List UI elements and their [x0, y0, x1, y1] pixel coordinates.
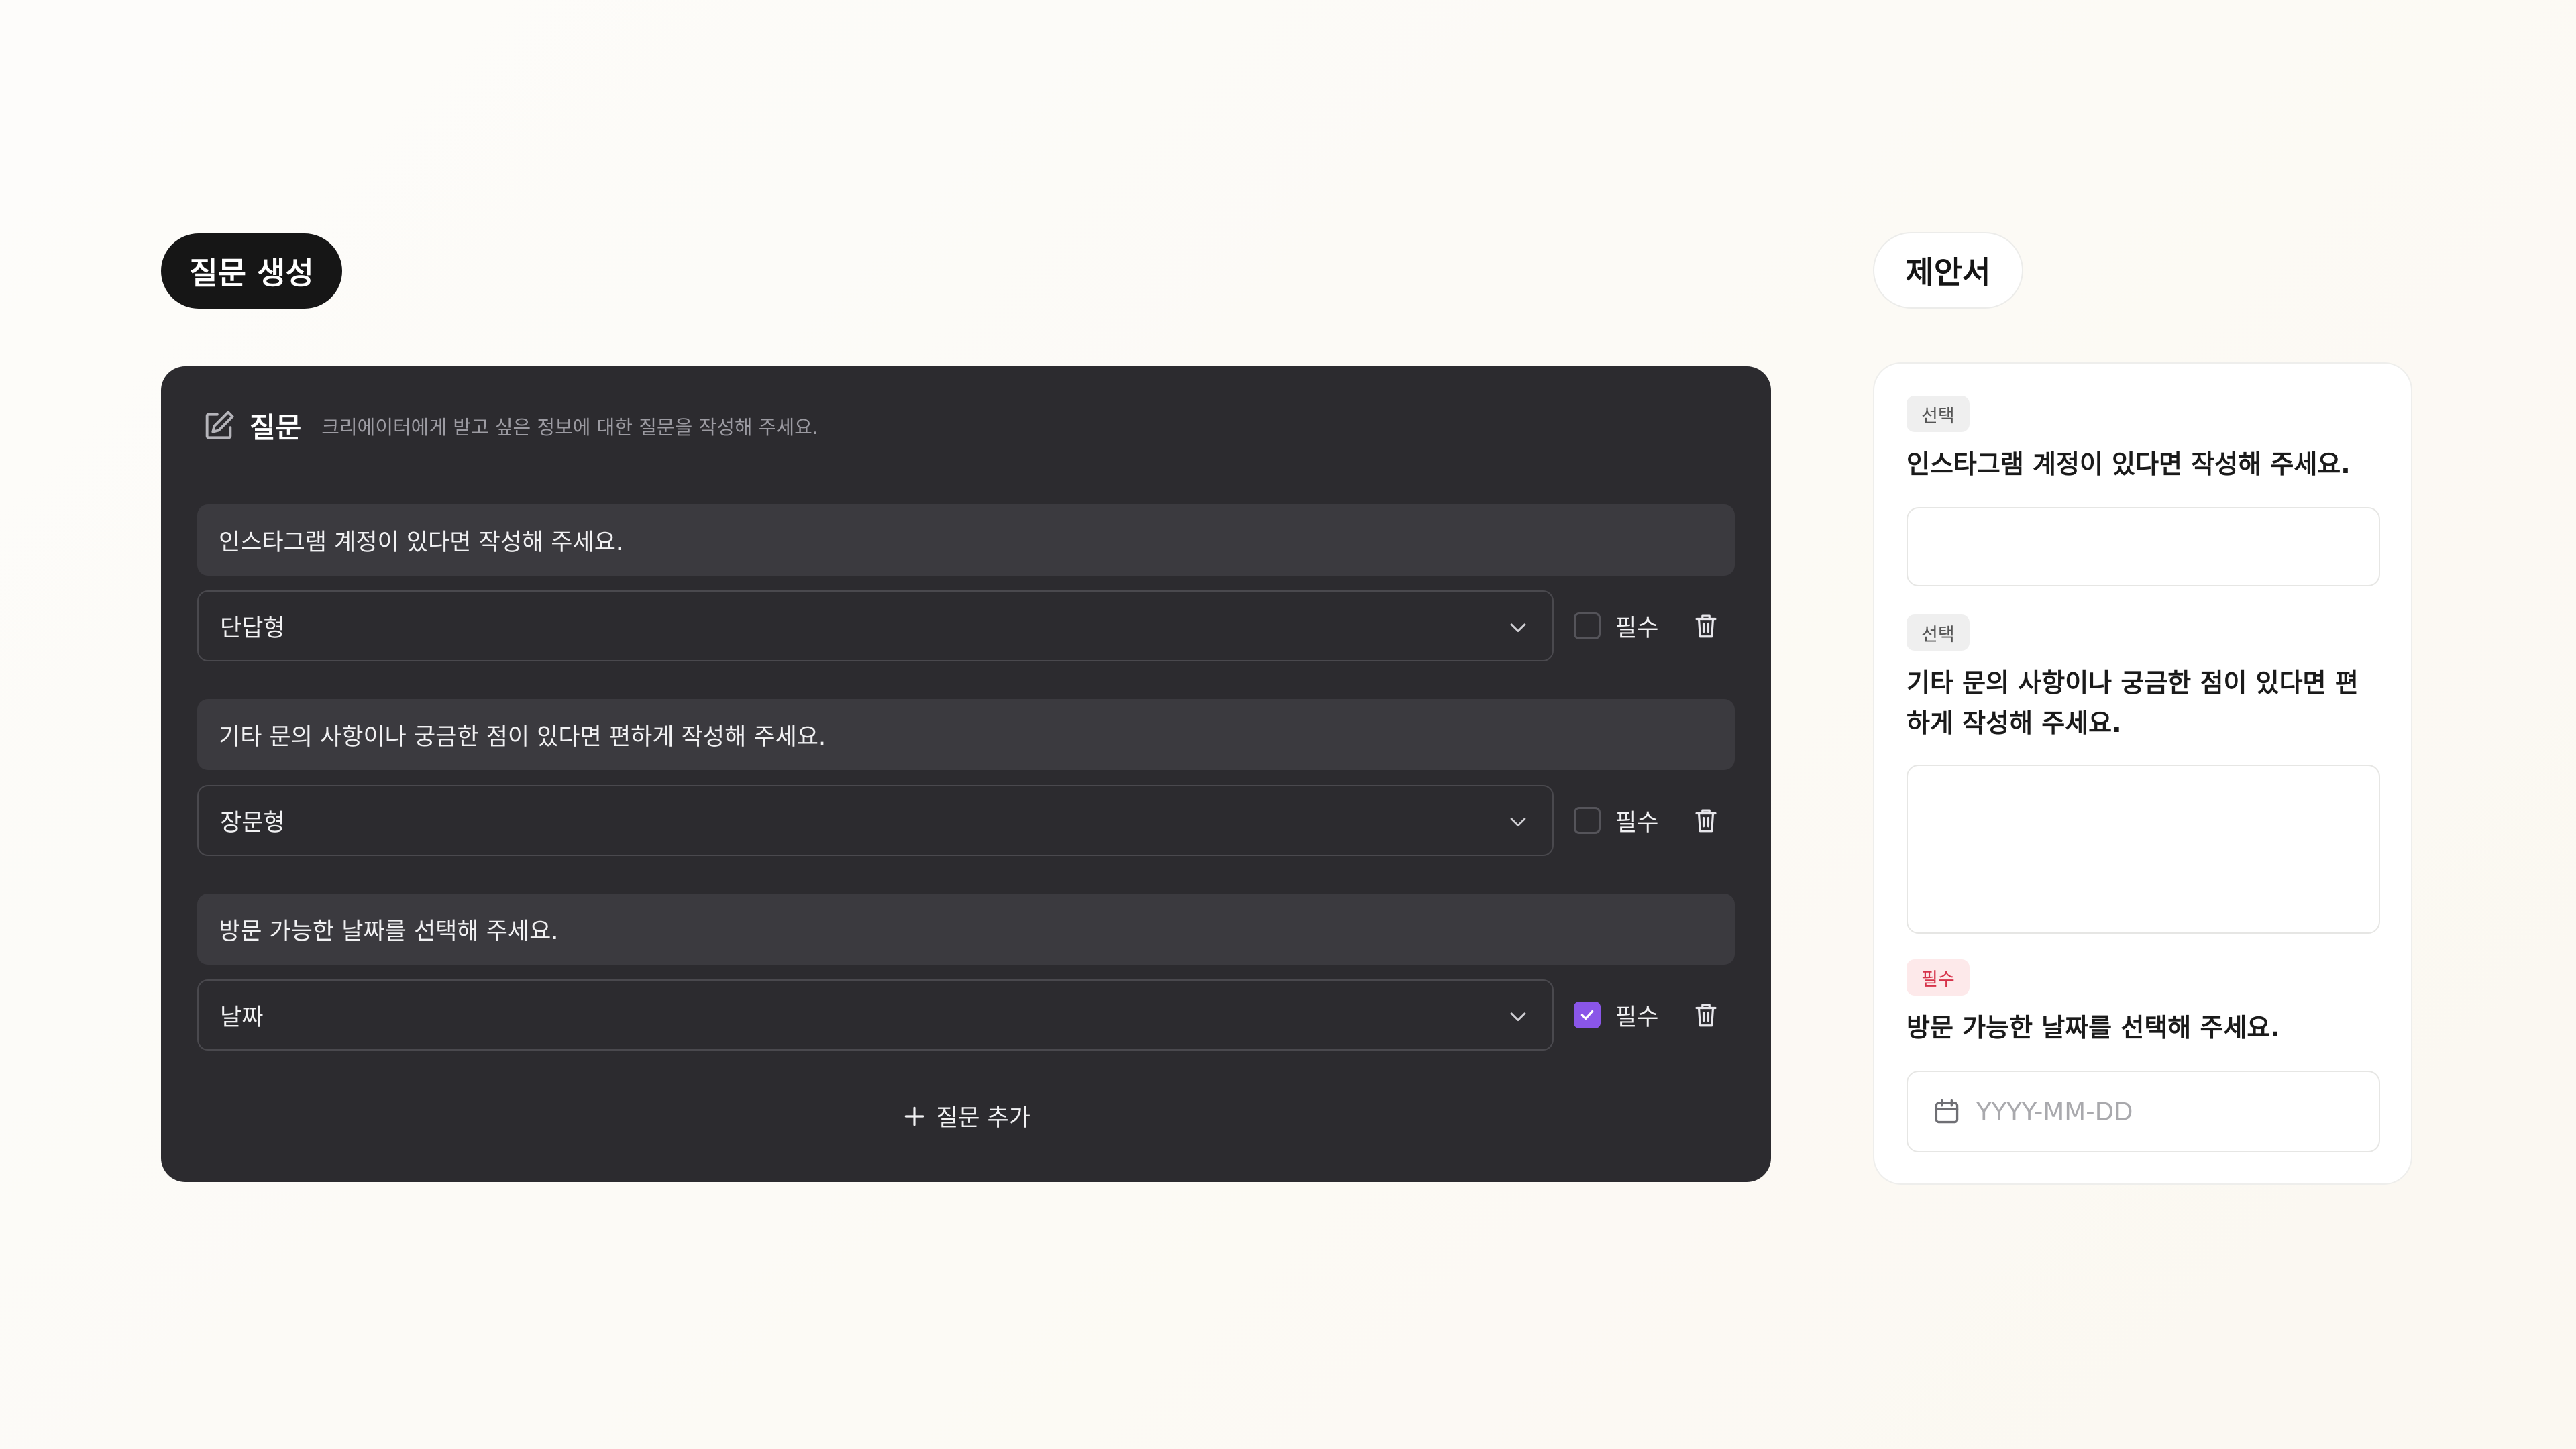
question-type-value: 단답형	[220, 614, 285, 642]
required-toggle[interactable]: 필수	[1574, 785, 1658, 856]
badge-label: 선택	[1921, 405, 1955, 427]
badge-label: 필수	[1921, 969, 1955, 990]
question-type-value: 날짜	[220, 1004, 264, 1031]
optional-badge: 선택	[1907, 396, 1970, 432]
required-badge: 필수	[1907, 959, 1970, 996]
question-editor-panel: 질문 크리에이터에게 받고 싶은 정보에 대한 질문을 작성해 주세요. 인스타…	[161, 366, 1771, 1182]
question-create-label: 질문 생성	[189, 255, 314, 291]
required-toggle[interactable]: 필수	[1574, 590, 1658, 661]
chevron-down-icon	[1510, 1012, 1526, 1022]
required-label: 필수	[1615, 1004, 1659, 1031]
required-checkbox[interactable]	[1574, 1002, 1601, 1028]
chevron-down-icon	[1510, 623, 1526, 633]
editor-hint: 크리에이터에게 받고 싶은 정보에 대한 질문을 작성해 주세요.	[321, 415, 819, 439]
question-text-input[interactable]: 인스타그램 계정이 있다면 작성해 주세요.	[197, 504, 1735, 576]
question-text: 기타 문의 사항이나 궁금한 점이 있다면 편하게 작성해 주세요.	[219, 723, 826, 751]
question-type-value: 장문형	[220, 809, 285, 837]
long-answer-textarea[interactable]	[1907, 765, 2380, 934]
required-checkbox[interactable]	[1574, 612, 1601, 639]
edit-icon	[205, 410, 234, 439]
question-text: 방문 가능한 날짜를 선택해 주세요.	[219, 918, 559, 945]
preview-question: 방문 가능한 날짜를 선택해 주세요.	[1907, 1013, 2280, 1042]
question-text-input[interactable]: 방문 가능한 날짜를 선택해 주세요.	[197, 894, 1735, 965]
optional-badge: 선택	[1907, 614, 1970, 651]
proposal-label: 제안서	[1905, 254, 1991, 290]
trash-icon[interactable]	[1692, 612, 1720, 640]
required-checkbox[interactable]	[1574, 807, 1601, 834]
badge-label: 선택	[1921, 624, 1955, 645]
question-type-select[interactable]: 장문형	[197, 785, 1554, 856]
proposal-preview-panel: 선택 인스타그램 계정이 있다면 작성해 주세요. 선택 기타 문의 사항이나 …	[1873, 362, 2412, 1185]
date-placeholder: YYYY-MM-DD	[1976, 1097, 2133, 1126]
question-type-select[interactable]: 단답형	[197, 590, 1554, 661]
question-create-tab[interactable]: 질문 생성	[161, 233, 342, 309]
trash-icon[interactable]	[1692, 806, 1720, 835]
trash-icon[interactable]	[1692, 1001, 1720, 1029]
editor-header: 질문 크리에이터에게 받고 싶은 정보에 대한 질문을 작성해 주세요.	[201, 405, 818, 446]
question-type-select[interactable]: 날짜	[197, 979, 1554, 1051]
date-input[interactable]: YYYY-MM-DD	[1907, 1071, 2380, 1152]
question-text: 인스타그램 계정이 있다면 작성해 주세요.	[219, 529, 624, 556]
plus-icon	[904, 1106, 924, 1126]
required-toggle[interactable]: 필수	[1574, 979, 1658, 1051]
preview-question: 인스타그램 계정이 있다면 작성해 주세요.	[1907, 449, 2351, 479]
question-text-input[interactable]: 기타 문의 사항이나 궁금한 점이 있다면 편하게 작성해 주세요.	[197, 699, 1735, 770]
short-answer-input[interactable]	[1907, 507, 2380, 586]
add-question-label: 질문 추가	[936, 1105, 1030, 1132]
required-label: 필수	[1615, 614, 1659, 642]
add-question-button[interactable]: 질문 추가	[161, 1099, 1771, 1133]
check-icon	[1580, 1010, 1594, 1020]
calendar-icon	[1935, 1099, 1959, 1124]
preview-question: 기타 문의 사항이나 궁금한 점이 있다면 편하게 작성해 주세요.	[1907, 668, 2359, 738]
required-label: 필수	[1615, 809, 1659, 837]
chevron-down-icon	[1510, 818, 1526, 827]
proposal-tab[interactable]: 제안서	[1873, 232, 2023, 309]
editor-title: 질문	[250, 411, 302, 444]
